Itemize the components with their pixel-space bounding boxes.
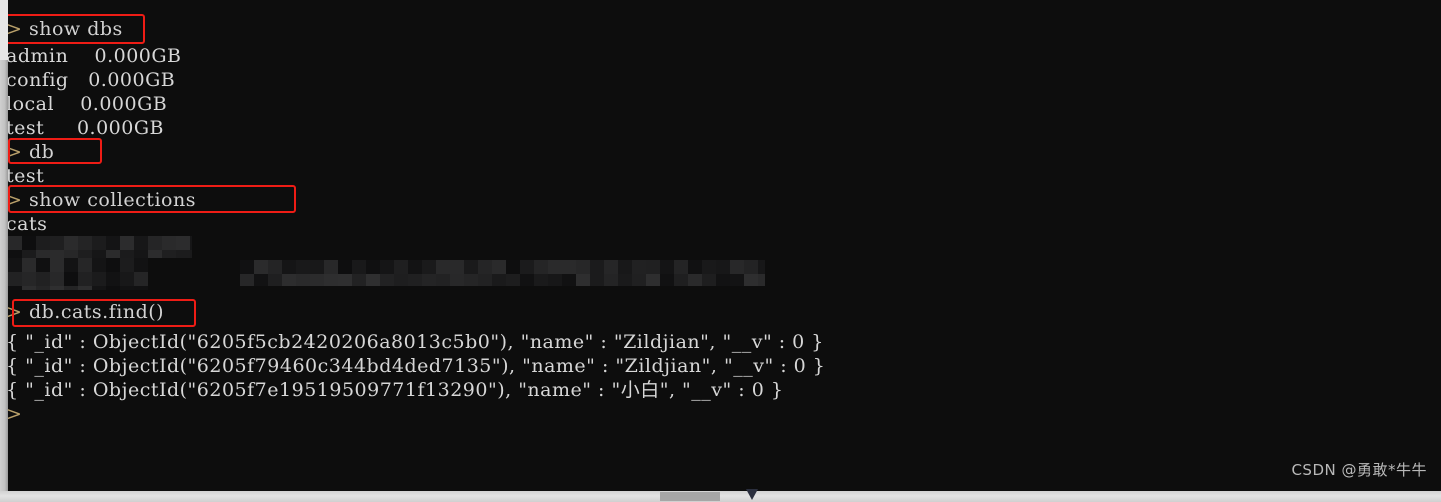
db-row-test: test 0.000GB	[6, 117, 164, 139]
terminal-command-line[interactable]: > show dbs	[6, 17, 123, 41]
command-db: db	[22, 141, 55, 163]
document-row: { "_id" : ObjectId("6205f79460c344bd4ded…	[6, 355, 826, 377]
document-row: { "_id" : ObjectId("6205f5cb2420206a8013…	[6, 331, 824, 353]
terminal-command-line[interactable]: > db.cats.find()	[6, 300, 164, 324]
terminal-command-line[interactable]: > show collections	[6, 188, 196, 212]
censored-output-block	[240, 260, 765, 286]
db-row-local: local 0.000GB	[6, 93, 168, 115]
prompt-symbol: >	[6, 189, 23, 211]
mouse-cursor-icon	[746, 489, 758, 500]
command-show-dbs: show dbs	[22, 18, 123, 40]
db-row-admin: admin 0.000GB	[6, 45, 182, 67]
terminal-window: --- > show dbs admin 0.000GB config 0.00…	[0, 0, 1441, 502]
horizontal-scrollbar-thumb[interactable]	[660, 492, 720, 501]
censored-output-block	[8, 236, 192, 258]
terminal-active-prompt[interactable]: >	[6, 402, 22, 426]
horizontal-scrollbar[interactable]	[0, 491, 1441, 502]
document-row: { "_id" : ObjectId("6205f7e19519509771f1…	[6, 379, 784, 401]
prompt-symbol: >	[6, 18, 23, 40]
command-db-cats-find: db.cats.find()	[22, 301, 165, 323]
output-current-db: test	[6, 165, 45, 187]
csdn-watermark: CSDN @勇敢*牛牛	[1291, 461, 1427, 479]
command-show-collections: show collections	[22, 189, 196, 211]
output-collection-cats: cats	[6, 213, 48, 235]
terminal-output-area[interactable]: --- > show dbs admin 0.000GB config 0.00…	[0, 0, 1441, 492]
vertical-scrollbar-thumb[interactable]	[0, 0, 8, 60]
prompt-symbol: >	[6, 301, 23, 323]
prompt-symbol: >	[6, 403, 23, 425]
prompt-symbol: >	[6, 141, 23, 163]
censored-output-block	[8, 258, 148, 290]
vertical-scrollbar[interactable]	[0, 0, 8, 492]
terminal-command-line[interactable]: > db	[6, 140, 54, 164]
db-row-config: config 0.000GB	[6, 69, 176, 91]
